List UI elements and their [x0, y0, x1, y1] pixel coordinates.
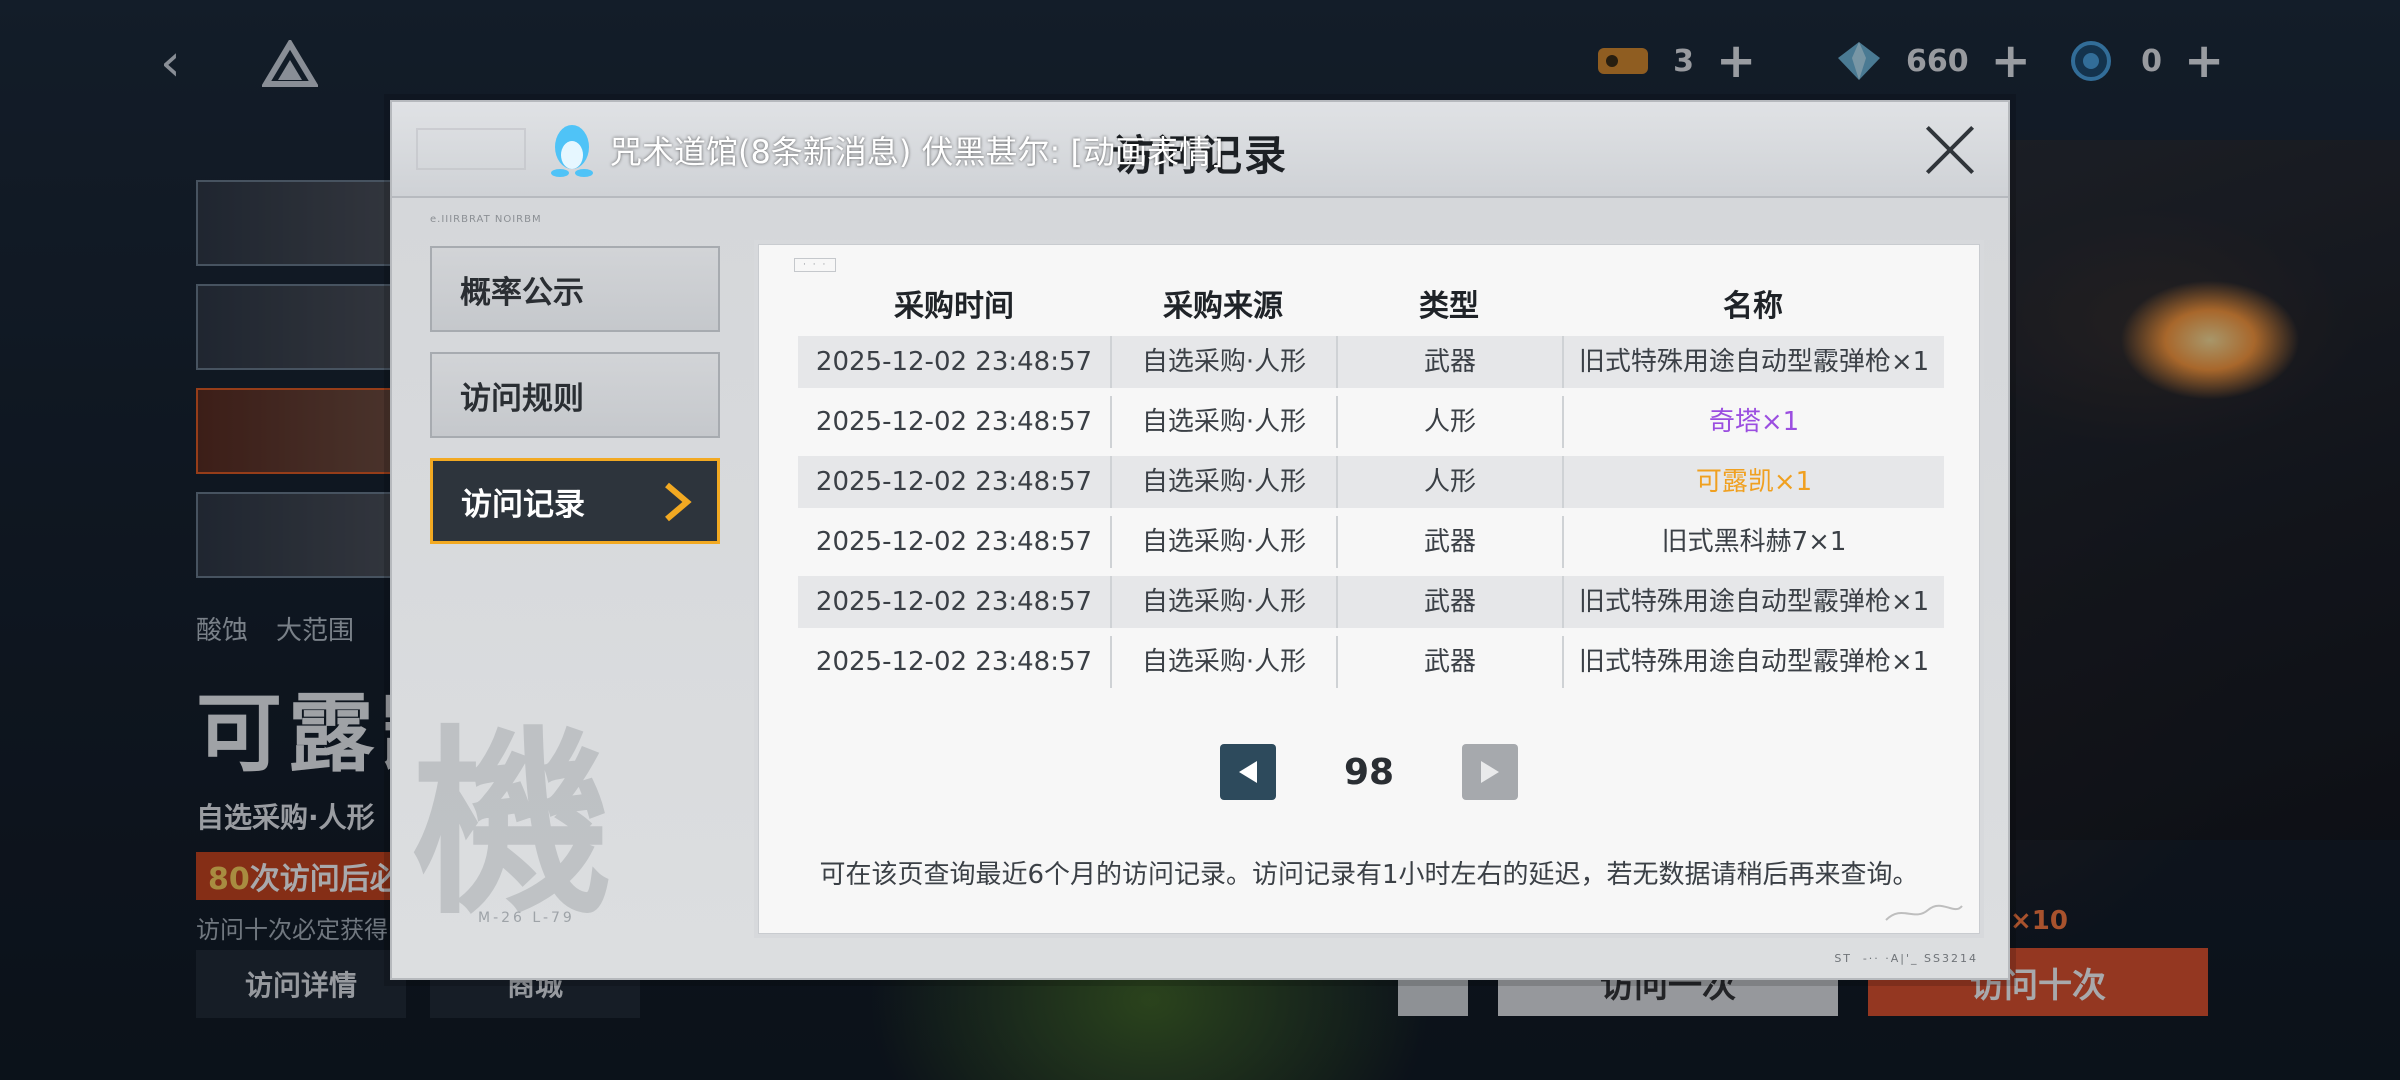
- cell-type: 武器: [1336, 516, 1562, 568]
- cell-time: 2025-12-02 23:48:57: [815, 347, 1093, 377]
- cell-name: 旧式特殊用途自动型霰弹枪×1: [1562, 336, 1944, 388]
- cell-source: 自选采购·人形: [1110, 516, 1336, 568]
- cell-source: 自选采购·人形: [1110, 456, 1336, 508]
- prev-page-button[interactable]: [1220, 744, 1276, 800]
- col-header-type: 类型: [1419, 289, 1479, 324]
- table-row: 2025-12-02 23:48:57 自选采购·人形 人形 可露凯×1: [798, 456, 1944, 508]
- cell-type: 武器: [1336, 336, 1562, 388]
- corner-signature: [1885, 904, 1963, 921]
- triangle-left-icon: [1239, 761, 1257, 783]
- notification-text: 咒术道馆(8条新消息) 伏黑甚尔: [动画表情]: [610, 133, 1224, 171]
- tab-label: 访问规则: [460, 380, 584, 417]
- cell-type: 人形: [1336, 456, 1562, 508]
- cell-source: 自选采购·人形: [1110, 336, 1336, 388]
- records-footnote: 可在该页查询最近6个月的访问记录。访问记录有1小时左右的延迟，若无数据请稍后再来…: [819, 860, 1919, 890]
- cell-source: 自选采购·人形: [1110, 396, 1336, 448]
- decorative-kanji: 機: [412, 707, 613, 942]
- cell-source: 自选采购·人形: [1110, 636, 1336, 688]
- pagination: 98: [758, 744, 1980, 800]
- table-header: 采购时间 采购来源 类型 名称: [798, 270, 1944, 336]
- table-row: 2025-12-02 23:48:57 自选采购·人形 武器 旧式特殊用途自动型霰弹枪…: [798, 336, 1944, 388]
- cell-name: 旧式特殊用途自动型霰弹枪×1: [1562, 636, 1944, 688]
- cell-time: 2025-12-02 23:48:57: [815, 467, 1093, 497]
- cell-source: 自选采购·人形: [1110, 576, 1336, 628]
- cell-time: 2025-12-02 23:48:57: [815, 587, 1093, 617]
- tab-label: 访问记录: [461, 486, 585, 523]
- records-card: · · · 采购时间 采购来源 类型 名称 2025-12-02 23:48:5…: [754, 240, 1984, 938]
- visit-record-modal: 访问记录 e.IIIRBRAT NOIRBM 概率公示 访问规则 访问记录 機 …: [390, 100, 2010, 980]
- qq-penguin-icon: [551, 125, 593, 177]
- triangle-right-icon: [1481, 761, 1499, 783]
- close-icon[interactable]: [1920, 120, 1980, 180]
- next-page-button[interactable]: [1462, 744, 1518, 800]
- table-row: 2025-12-02 23:48:57 自选采购·人形 武器 旧式黑科赫7×1: [798, 516, 1944, 568]
- cell-type: 武器: [1336, 636, 1562, 688]
- col-header-name: 名称: [1723, 289, 1783, 324]
- tab-rules[interactable]: 访问规则: [430, 352, 720, 438]
- footer-micro-text: ST-·· ·A|'_ SS3214: [1834, 952, 1978, 965]
- page-number: 98: [1343, 751, 1395, 793]
- tab-label: 概率公示: [460, 274, 584, 311]
- cell-time: 2025-12-02 23:48:57: [815, 647, 1093, 677]
- cell-type: 武器: [1336, 576, 1562, 628]
- modal-nav: 概率公示 访问规则 访问记录: [430, 246, 720, 564]
- tab-probability[interactable]: 概率公示: [430, 246, 720, 332]
- table-row: 2025-12-02 23:48:57 自选采购·人形 人形 奇塔×1: [798, 396, 1944, 448]
- cell-name: 可露凯×1: [1562, 456, 1944, 508]
- decorative-kanji-code: M-26 L-79: [478, 910, 575, 926]
- cell-name: 旧式黑科赫7×1: [1562, 516, 1944, 568]
- system-notification[interactable]: 咒术道馆(8条新消息) 伏黑甚尔: [动画表情]: [548, 118, 1223, 182]
- col-header-time: 采购时间: [894, 289, 1014, 324]
- table-row: 2025-12-02 23:48:57 自选采购·人形 武器 旧式特殊用途自动型霰弹枪…: [798, 576, 1944, 628]
- chevron-right-icon: [665, 482, 692, 522]
- cell-name: 旧式特殊用途自动型霰弹枪×1: [1562, 576, 1944, 628]
- table-body: 2025-12-02 23:48:57 自选采购·人形 武器 旧式特殊用途自动型霰弹枪…: [798, 336, 1944, 688]
- header-micro-text: e.IIIRBRAT NOIRBM: [430, 214, 542, 225]
- records-table: 采购时间 采购来源 类型 名称 2025-12-02 23:48:57 自选采购·…: [798, 270, 1944, 696]
- table-row: 2025-12-02 23:48:57 自选采购·人形 武器 旧式特殊用途自动型霰弹枪…: [798, 636, 1944, 688]
- cell-time: 2025-12-02 23:48:57: [815, 527, 1093, 557]
- tab-records[interactable]: 访问记录: [430, 458, 720, 544]
- cell-type: 人形: [1336, 396, 1562, 448]
- cell-name: 奇塔×1: [1562, 396, 1944, 448]
- col-header-source: 采购来源: [1163, 289, 1283, 324]
- cell-time: 2025-12-02 23:48:57: [815, 407, 1093, 437]
